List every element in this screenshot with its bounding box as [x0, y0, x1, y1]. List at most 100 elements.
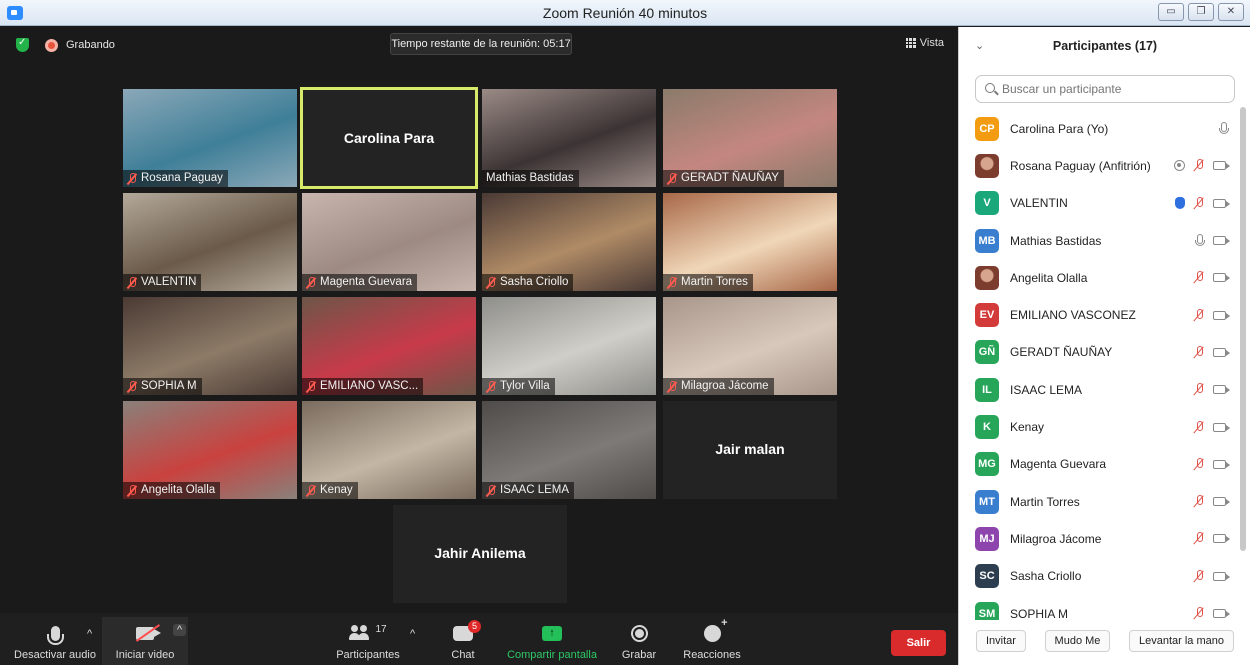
restore-button[interactable]: ❐ [1188, 3, 1214, 21]
encryption-shield-icon[interactable] [16, 37, 29, 52]
camera-off-icon [1213, 422, 1230, 432]
participant-search-input[interactable] [975, 75, 1235, 103]
video-tile[interactable]: Jahir Anilema [393, 505, 567, 603]
participant-list-scrollbar[interactable] [1240, 107, 1246, 551]
participant-status-icons [1193, 457, 1230, 471]
participant-row[interactable]: MB Mathias Bastidas [959, 222, 1239, 259]
microphone-muted-icon [306, 276, 316, 289]
microphone-muted-icon [1193, 457, 1205, 471]
raised-hand-icon [1175, 197, 1185, 210]
avatar: MB [975, 228, 999, 253]
video-tile[interactable]: Angelita Olalla [123, 401, 297, 499]
participant-name-label: SOPHIA M [141, 380, 197, 392]
video-options-chevron-icon[interactable]: ^ [173, 624, 187, 636]
participant-status-icons [1193, 308, 1230, 322]
record-button[interactable]: Grabar [614, 621, 664, 661]
participant-row[interactable]: V VALENTIN [959, 185, 1239, 222]
participant-name-label: Milagroa Jácome [681, 380, 769, 392]
participant-row[interactable]: Angelita Olalla [959, 259, 1239, 296]
participant-name-label: Kenay [320, 484, 353, 496]
participant-name: Carolina Para (Yo) [1010, 121, 1109, 136]
mute-me-button[interactable]: Mudo Me [1044, 630, 1111, 652]
participants-label: Participantes [336, 649, 400, 661]
participant-name: Milagroa Jácome [1010, 531, 1102, 546]
microphone-muted-icon [1193, 271, 1205, 284]
participant-name: VALENTIN [1010, 196, 1068, 211]
participant-name: Sasha Criollo [1010, 569, 1082, 584]
avatar: EV [975, 303, 999, 328]
video-tile[interactable]: Tylor Villa [482, 297, 656, 395]
chat-button[interactable]: 5 Chat [438, 619, 488, 661]
participants-button[interactable]: 17 Participantes [330, 621, 406, 662]
video-tile[interactable]: ISAAC LEMA [482, 401, 656, 499]
participant-row[interactable]: IL ISAAC LEMA [959, 371, 1239, 408]
microphone-muted-icon [127, 172, 137, 185]
meeting-status: Grabando [16, 37, 115, 53]
participant-name: ISAAC LEMA [1010, 382, 1083, 397]
grid-view-icon [905, 38, 916, 48]
video-tile[interactable]: Sasha Criollo [482, 193, 656, 291]
microphone-muted-icon [1193, 607, 1205, 620]
participant-row[interactable]: CP Carolina Para (Yo) [959, 110, 1239, 147]
video-tile[interactable]: Martin Torres [663, 193, 837, 291]
video-tile[interactable]: Kenay [302, 401, 476, 499]
reactions-button[interactable]: Reacciones [680, 617, 744, 662]
invite-button[interactable]: Invitar [976, 630, 1026, 652]
minimize-button[interactable]: ▭ [1158, 3, 1184, 21]
video-tile[interactable]: Jair malan [663, 401, 837, 499]
mute-audio-button[interactable]: Desactivar audio [12, 621, 98, 661]
camera-off-icon [1213, 534, 1230, 544]
audio-options-chevron-icon[interactable]: ^ [87, 628, 92, 640]
microphone-muted-icon [1193, 420, 1205, 434]
leave-meeting-button[interactable]: Salir [891, 630, 946, 656]
recording-icon [1174, 160, 1185, 172]
video-tile[interactable]: Rosana Paguay [123, 89, 297, 187]
participants-options-chevron-icon[interactable]: ^ [410, 628, 415, 640]
microphone-muted-icon [1193, 495, 1205, 508]
close-button[interactable]: ✕ [1218, 3, 1244, 21]
participants-panel-title: Participantes (17) [1052, 39, 1158, 53]
avatar: SM [975, 601, 999, 620]
video-tile[interactable]: Mathias Bastidas [482, 89, 656, 187]
view-label: Vista [919, 37, 944, 49]
participant-name-label: Rosana Paguay [141, 172, 223, 184]
camera-off-icon [1213, 385, 1230, 395]
participant-name-tag: Sasha Criollo [482, 274, 574, 291]
participant-name-label: EMILIANO VASC... [320, 380, 419, 392]
participant-name: EMILIANO VASCONEZ [1010, 308, 1136, 323]
video-tile[interactable]: Magenta Guevara [302, 193, 476, 291]
start-video-label: Iniciar video [115, 649, 175, 661]
video-tile[interactable]: Milagroa Jácome [663, 297, 837, 395]
participant-name-tag: Kenay [302, 482, 358, 499]
video-tile[interactable]: VALENTIN [123, 193, 297, 291]
view-button[interactable]: Vista [905, 37, 944, 49]
microphone-muted-icon [1193, 383, 1205, 396]
raise-hand-button[interactable]: Levantar la mano [1128, 630, 1234, 652]
participant-name: Mathias Bastidas [1010, 233, 1102, 248]
video-tile[interactable]: SOPHIA M [123, 297, 297, 395]
participant-row[interactable]: Rosana Paguay (Anfitrión) [959, 147, 1239, 184]
avatar: MT [975, 489, 999, 514]
participant-row[interactable]: MG Magenta Guevara [959, 446, 1239, 483]
mute-audio-label: Desactivar audio [14, 649, 96, 661]
participant-row[interactable]: EV EMILIANO VASCONEZ [959, 296, 1239, 333]
camera-off-icon [1213, 571, 1230, 581]
video-tile[interactable]: GERADT ÑAUÑAY [663, 89, 837, 187]
video-tile[interactable]: Carolina Para [300, 87, 478, 189]
participant-row[interactable]: GÑ GERADT ÑAUÑAY [959, 334, 1239, 371]
participant-name-tag: Martin Torres [663, 274, 753, 291]
participant-status-icons [1193, 607, 1230, 620]
participant-row[interactable]: MJ Milagroa Jácome [959, 520, 1239, 557]
camera-off-icon [1213, 236, 1230, 246]
participant-row[interactable]: K Kenay [959, 408, 1239, 445]
participant-name-tag: Tylor Villa [482, 378, 555, 395]
participant-name-tag: VALENTIN [123, 274, 202, 291]
participant-name-tag: Mathias Bastidas [482, 170, 579, 187]
microphone-muted-icon [127, 276, 137, 289]
microphone-muted-icon [127, 484, 137, 497]
participant-row[interactable]: SC Sasha Criollo [959, 558, 1239, 595]
participant-row[interactable]: SM SOPHIA M [959, 595, 1239, 620]
participant-row[interactable]: MT Martin Torres [959, 483, 1239, 520]
video-tile[interactable]: EMILIANO VASC... [302, 297, 476, 395]
share-screen-button[interactable]: ↑ Compartir pantalla [500, 621, 604, 661]
